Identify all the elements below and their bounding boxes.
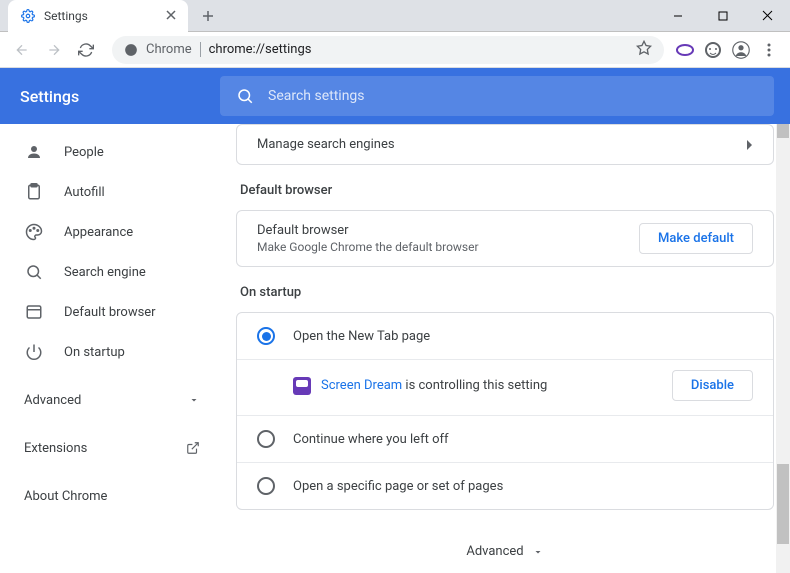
window-controls: [655, 0, 790, 32]
manage-search-label: Manage search engines: [257, 137, 395, 152]
sidebar-item-label: Appearance: [64, 225, 133, 240]
settings-search[interactable]: [220, 76, 774, 116]
new-tab-button[interactable]: [194, 2, 222, 30]
sidebar: People Autofill Appearance Search engine…: [0, 124, 220, 573]
extensions-label: Extensions: [24, 441, 87, 456]
omnibox-url: chrome://settings: [209, 42, 312, 57]
radio-label: Continue where you left off: [293, 432, 449, 447]
back-button[interactable]: [8, 36, 36, 64]
extension-badge-icon: [293, 377, 311, 395]
page-title: Settings: [20, 87, 220, 106]
close-button[interactable]: [745, 0, 790, 32]
search-input[interactable]: [268, 88, 758, 104]
radio-label: Open the New Tab page: [293, 329, 430, 344]
default-browser-row: Default browser Make Google Chrome the d…: [237, 211, 773, 266]
default-browser-subtitle: Make Google Chrome the default browser: [257, 240, 479, 254]
sidebar-item-people[interactable]: People: [0, 132, 220, 172]
gear-icon: [20, 8, 36, 24]
sidebar-item-label: Search engine: [64, 265, 146, 280]
sidebar-advanced-toggle[interactable]: Advanced: [0, 380, 220, 420]
extension-icon-1[interactable]: [676, 41, 694, 59]
advanced-expand[interactable]: Advanced: [236, 540, 774, 559]
sidebar-item-search-engine[interactable]: Search engine: [0, 252, 220, 292]
sidebar-item-label: On startup: [64, 345, 125, 360]
sidebar-item-label: People: [64, 145, 104, 160]
extension-name-link[interactable]: Screen Dream: [321, 378, 402, 393]
tab-title: Settings: [44, 9, 88, 23]
advanced-button[interactable]: Advanced: [466, 544, 543, 559]
power-icon: [24, 343, 44, 361]
browser-tab[interactable]: Settings: [8, 0, 188, 32]
person-icon: [24, 143, 44, 161]
address-bar[interactable]: Chrome chrome://settings: [112, 36, 664, 64]
forward-button[interactable]: [40, 36, 68, 64]
sidebar-item-label: Default browser: [64, 305, 156, 320]
clipboard-icon: [24, 183, 44, 201]
extension-controlling-notice: Screen Dream is controlling this setting…: [237, 359, 773, 415]
startup-option-continue[interactable]: Continue where you left off: [237, 415, 773, 462]
search-icon: [236, 87, 254, 105]
sidebar-item-appearance[interactable]: Appearance: [0, 212, 220, 252]
chevron-down-icon: [532, 546, 544, 558]
on-startup-section-title: On startup: [240, 285, 774, 300]
default-browser-title: Default browser: [257, 223, 479, 238]
toolbar-extensions: [676, 41, 778, 59]
close-icon[interactable]: [164, 7, 178, 25]
chevron-down-icon: [188, 394, 200, 406]
window-titlebar: Settings: [0, 0, 790, 32]
reload-button[interactable]: [72, 36, 100, 64]
advanced-label: Advanced: [24, 393, 81, 408]
maximize-button[interactable]: [700, 0, 745, 32]
sidebar-extensions[interactable]: Extensions: [0, 428, 220, 468]
about-label: About Chrome: [24, 489, 107, 504]
chevron-right-icon: [745, 139, 753, 151]
sidebar-item-on-startup[interactable]: On startup: [0, 332, 220, 372]
extension-controlling-text: is controlling this setting: [402, 378, 547, 393]
make-default-button[interactable]: Make default: [639, 223, 753, 254]
sidebar-item-label: Autofill: [64, 185, 105, 200]
radio-icon[interactable]: [257, 477, 275, 495]
sidebar-item-default-browser[interactable]: Default browser: [0, 292, 220, 332]
profile-icon[interactable]: [732, 41, 750, 59]
scrollbar[interactable]: [776, 124, 790, 573]
minimize-button[interactable]: [655, 0, 700, 32]
bookmark-icon[interactable]: [636, 40, 652, 60]
search-icon: [24, 263, 44, 281]
sidebar-item-autofill[interactable]: Autofill: [0, 172, 220, 212]
settings-content: Manage search engines Default browser De…: [220, 124, 790, 573]
external-link-icon: [186, 441, 200, 455]
startup-option-specific[interactable]: Open a specific page or set of pages: [237, 462, 773, 509]
advanced-button-label: Advanced: [466, 544, 523, 559]
browser-toolbar: Chrome chrome://settings: [0, 32, 790, 68]
radio-icon[interactable]: [257, 430, 275, 448]
extension-icon-2[interactable]: [704, 41, 722, 59]
omnibox-prefix: Chrome: [146, 42, 201, 57]
radio-label: Open a specific page or set of pages: [293, 479, 503, 494]
default-browser-section-title: Default browser: [240, 183, 774, 198]
settings-header: Settings: [0, 68, 790, 124]
manage-search-engines-row[interactable]: Manage search engines: [237, 125, 773, 164]
disable-extension-button[interactable]: Disable: [672, 370, 753, 401]
browser-icon: [24, 303, 44, 321]
menu-icon[interactable]: [760, 41, 778, 59]
palette-icon: [24, 223, 44, 241]
radio-icon[interactable]: [257, 327, 275, 345]
startup-option-new-tab[interactable]: Open the New Tab page: [237, 313, 773, 359]
sidebar-about[interactable]: About Chrome: [0, 476, 220, 516]
